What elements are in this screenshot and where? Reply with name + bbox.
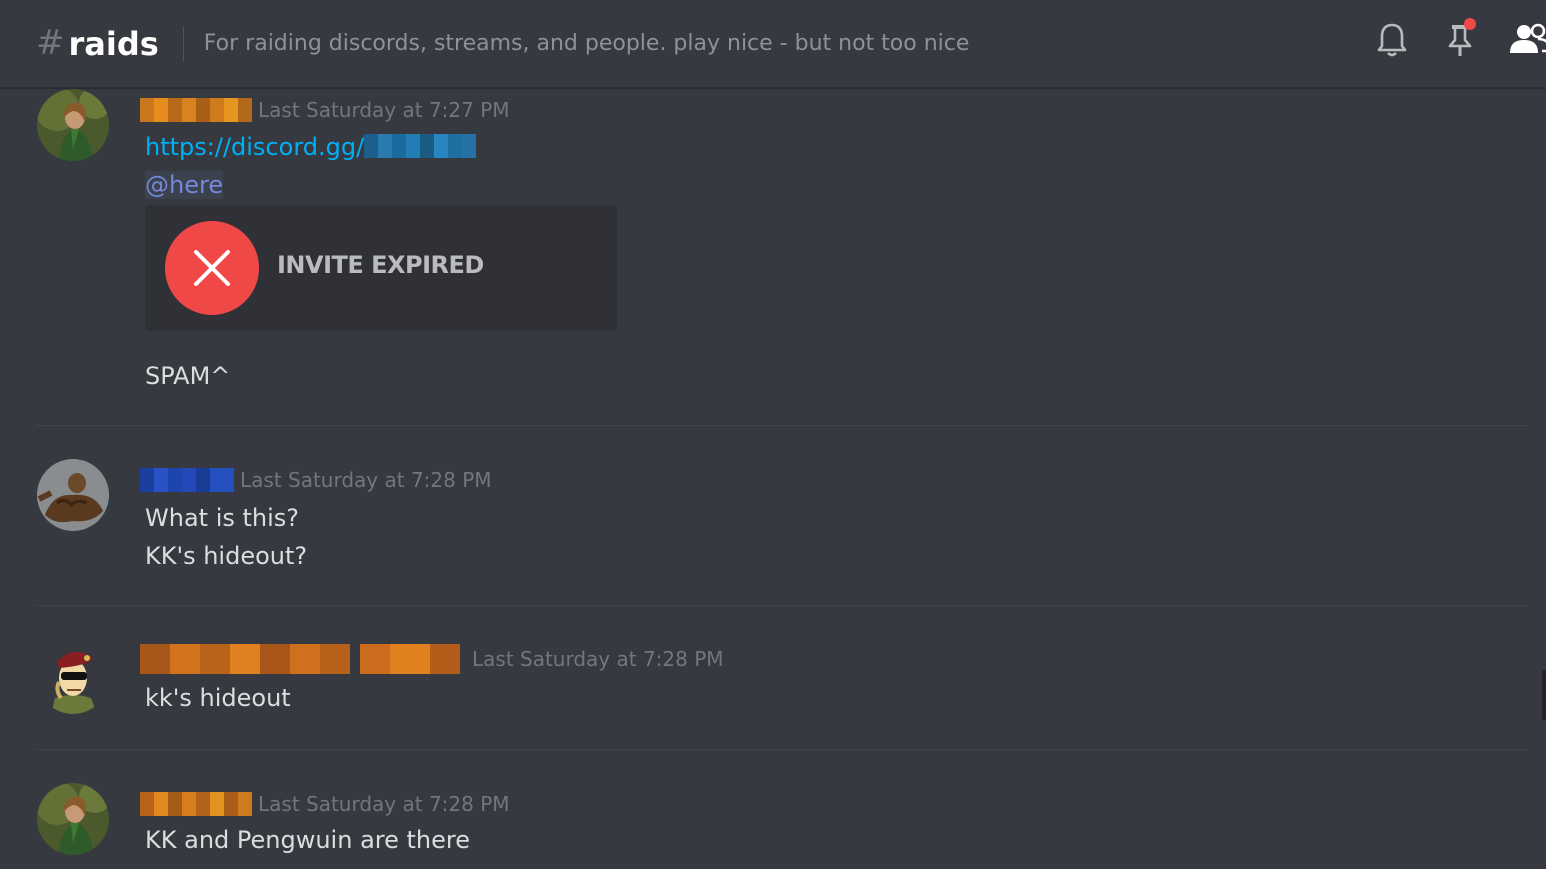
scrollbar-thumb[interactable] xyxy=(1542,670,1546,720)
message-text: kk's hideout xyxy=(145,684,291,712)
pin-icon[interactable] xyxy=(1442,18,1478,60)
timestamp: Last Saturday at 7:27 PM xyxy=(258,98,510,122)
message-header: Last Saturday at 7:28 PM xyxy=(140,644,724,674)
message-text: SPAM^ xyxy=(145,362,231,390)
message-divider xyxy=(36,749,1528,750)
message-content: What is this? KK's hideout? xyxy=(145,499,307,575)
message-line: What is this? xyxy=(145,504,300,532)
invite-expired-label: INVITE EXPIRED xyxy=(277,251,484,279)
invite-embed: INVITE EXPIRED xyxy=(145,205,617,331)
message-header: Last Saturday at 7:27 PM xyxy=(140,95,510,125)
message-header: Last Saturday at 7:28 PM xyxy=(140,789,510,819)
message-divider xyxy=(36,425,1528,426)
invite-code-redacted xyxy=(364,134,477,158)
avatar[interactable] xyxy=(37,89,109,161)
avatar[interactable] xyxy=(37,783,109,855)
message-text: KK and Pengwuin are there xyxy=(145,826,470,854)
header-divider xyxy=(182,25,184,62)
message-divider xyxy=(36,605,1528,606)
channel-name: raids xyxy=(68,24,159,63)
message-line: KK's hideout? xyxy=(145,542,308,570)
username-redacted[interactable] xyxy=(140,98,252,122)
invite-link[interactable]: https://discord.gg/ xyxy=(145,133,364,161)
username-redacted[interactable] xyxy=(140,468,234,492)
message-content: https://discord.gg/ @here xyxy=(145,128,477,204)
here-mention[interactable]: @here xyxy=(145,171,224,199)
header-toolbar xyxy=(1374,18,1546,60)
message-header: Last Saturday at 7:28 PM xyxy=(140,465,492,495)
channel-hash-icon: # xyxy=(36,22,65,63)
username-redacted[interactable] xyxy=(140,792,252,816)
timestamp: Last Saturday at 7:28 PM xyxy=(240,468,492,492)
channel-topic[interactable]: For raiding discords, streams, and peopl… xyxy=(204,31,970,56)
timestamp: Last Saturday at 7:28 PM xyxy=(258,792,510,816)
avatar[interactable] xyxy=(37,642,109,714)
avatar[interactable] xyxy=(37,459,109,531)
channel-header: # raids For raiding discords, streams, a… xyxy=(0,0,1546,88)
notification-dot xyxy=(1464,18,1476,30)
timestamp: Last Saturday at 7:28 PM xyxy=(472,647,724,671)
close-icon xyxy=(165,221,259,315)
bell-icon[interactable] xyxy=(1374,20,1410,60)
members-icon[interactable] xyxy=(1508,20,1546,60)
username-redacted[interactable] xyxy=(140,644,460,674)
